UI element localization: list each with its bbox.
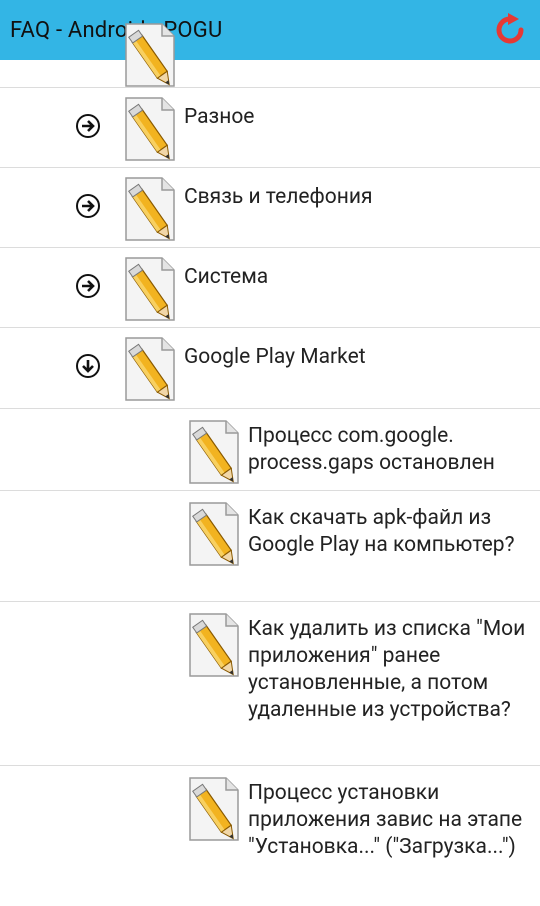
category-item-communication[interactable]: Связь и телефония xyxy=(0,168,540,248)
app-bar: FAQ - Android - POGU xyxy=(0,0,540,60)
faq-item[interactable]: Как скачать apk-файл из Google Play на к… xyxy=(0,491,540,602)
document-pencil-icon xyxy=(125,23,175,88)
faq-item-label: Процесс установки приложения завис на эт… xyxy=(248,781,523,859)
category-label: Разное xyxy=(184,105,255,129)
faq-item[interactable]: Процесс установки приложения завис на эт… xyxy=(0,766,540,906)
document-pencil-icon xyxy=(125,97,175,162)
document-pencil-icon xyxy=(125,337,175,402)
faq-item[interactable]: Процесс com.google. process.gaps останов… xyxy=(0,409,540,491)
document-pencil-icon xyxy=(125,257,175,322)
faq-item-label: Процесс com.google. process.gaps останов… xyxy=(248,424,495,475)
faq-item[interactable]: Как удалить из списка "Мои приложения" р… xyxy=(0,602,540,766)
category-label: Система xyxy=(184,265,269,289)
refresh-button[interactable] xyxy=(490,10,530,50)
app-title: FAQ - Android - POGU xyxy=(10,17,223,43)
faq-item-label: Как скачать apk-файл из Google Play на к… xyxy=(248,506,515,557)
list-item-partial[interactable] xyxy=(0,23,540,88)
expand-arrow-right-icon[interactable] xyxy=(74,112,102,140)
category-item-google-play[interactable]: Google Play Market xyxy=(0,328,540,409)
document-pencil-icon xyxy=(189,420,239,485)
category-item-system[interactable]: Система xyxy=(0,248,540,328)
category-item-misc[interactable]: Разное xyxy=(0,88,540,168)
document-pencil-icon xyxy=(189,777,239,842)
faq-item-label: Как удалить из списка "Мои приложения" р… xyxy=(248,617,526,722)
document-pencil-icon xyxy=(189,613,239,678)
refresh-icon xyxy=(496,13,524,44)
document-pencil-icon xyxy=(189,502,239,567)
category-label: Связь и телефония xyxy=(184,185,373,209)
expand-arrow-right-icon[interactable] xyxy=(74,272,102,300)
category-label: Google Play Market xyxy=(184,345,366,369)
expand-arrow-down-icon[interactable] xyxy=(74,352,102,380)
document-pencil-icon xyxy=(125,177,175,242)
expand-arrow-right-icon[interactable] xyxy=(74,192,102,220)
faq-list: Разное Связь и телефония Система Google … xyxy=(0,23,540,906)
